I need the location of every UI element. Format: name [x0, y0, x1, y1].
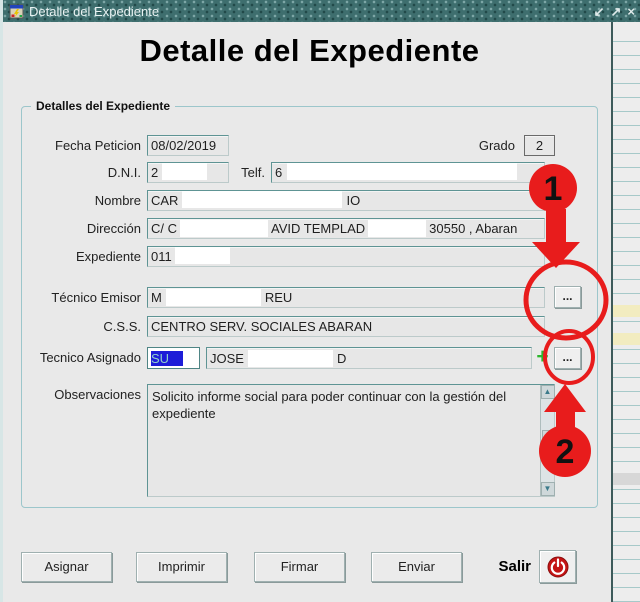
titlebar[interactable]: Detalle del Expediente ↙ ↗ × [3, 0, 640, 22]
add-tecnico-icon[interactable]: + [534, 346, 551, 368]
window-title: Detalle del Expediente [29, 3, 160, 19]
background-row-highlight [613, 305, 640, 317]
css-label: C.S.S. [103, 319, 141, 334]
tecnico-emisor-browse-button[interactable]: ... [554, 286, 581, 308]
page-title: Detalle del Expediente [139, 33, 480, 68]
observaciones-textarea[interactable]: Solicito informe social para poder conti… [147, 384, 555, 497]
dni-value: 2 [151, 165, 159, 180]
tecnico-asignado-value: JOSE [210, 350, 244, 366]
redaction-patch [368, 220, 427, 237]
direccion-value: C/ C [151, 221, 177, 236]
redaction-patch [165, 289, 261, 306]
nombre-input[interactable]: CAR IO [147, 190, 545, 211]
direccion-value: 30550 , Abaran [429, 221, 518, 236]
salir-label: Salir [498, 558, 531, 575]
expediente-input[interactable]: 011 [147, 246, 545, 267]
tecnico-emisor-value: REU [264, 290, 293, 305]
css-input[interactable]: CENTRO SERV. SOCIALES ABARAN [147, 316, 545, 337]
telf-value: 6 [275, 165, 283, 180]
nombre-value: CAR [151, 193, 179, 208]
imprimir-button[interactable]: Imprimir [136, 552, 227, 582]
redaction-patch [162, 163, 208, 180]
direccion-input[interactable]: C/ C AVID TEMPLAD 30550 , Abaran [147, 218, 545, 239]
grado-value: 2 [535, 138, 544, 153]
redaction-patch [182, 191, 343, 208]
tecnico-emisor-label: Técnico Emisor [51, 290, 141, 305]
nombre-label: Nombre [94, 193, 141, 208]
tecnico-asignado-value: D [336, 350, 347, 366]
app-icon [9, 4, 24, 18]
direccion-label: Dirección [86, 221, 141, 236]
telf-input[interactable]: 6 [271, 162, 545, 183]
background-window-strip [613, 22, 640, 602]
redaction-patch [174, 247, 230, 264]
tecnico-asignado-code-value: SU [151, 350, 184, 366]
expediente-label: Expediente [75, 249, 141, 264]
tecnico-asignado-browse-button[interactable]: ... [554, 347, 581, 369]
scrollbar-thumb[interactable] [542, 430, 554, 452]
salir-button[interactable] [539, 550, 576, 583]
restore-button[interactable]: ↗ [611, 5, 622, 18]
minimize-button[interactable]: ↙ [594, 5, 605, 18]
background-row-highlight [613, 333, 640, 345]
css-value: CENTRO SERV. SOCIALES ABARAN [151, 319, 373, 334]
redaction-patch [247, 349, 333, 367]
dialog-detalle-expediente: Detalle del Expediente Detalles del Expe… [0, 0, 637, 602]
enviar-button[interactable]: Enviar [371, 552, 462, 582]
fecha-peticion-label: Fecha Peticion [55, 138, 141, 153]
nombre-value: IO [346, 193, 361, 208]
observaciones-label: Observaciones [54, 387, 141, 402]
redaction-patch [287, 163, 518, 180]
observaciones-scrollbar[interactable]: ▲ ▼ [540, 385, 555, 496]
tecnico-asignado-label: Tecnico Asignado [39, 350, 141, 365]
dni-label: D.N.I. [107, 165, 141, 180]
tecnico-emisor-value: M [151, 290, 162, 305]
observaciones-value: Solicito informe social para poder conti… [152, 389, 507, 421]
firmar-button[interactable]: Firmar [254, 552, 345, 582]
telf-label: Telf. [241, 165, 265, 180]
asignar-button[interactable]: Asignar [21, 552, 112, 582]
background-row-selected [613, 473, 640, 485]
tecnico-emisor-input[interactable]: M REU [147, 287, 545, 308]
fecha-peticion-input[interactable]: 08/02/2019 [147, 135, 229, 156]
grado-input[interactable]: 2 [524, 135, 555, 156]
direccion-value: AVID TEMPLAD [271, 221, 366, 236]
grado-label: Grado [478, 138, 515, 153]
redaction-patch [180, 220, 268, 237]
scroll-down-icon[interactable]: ▼ [540, 482, 555, 496]
fecha-peticion-value: 08/02/2019 [151, 138, 217, 153]
power-icon [547, 556, 568, 577]
expediente-value: 011 [151, 249, 172, 264]
close-button[interactable]: × [627, 5, 635, 18]
scroll-up-icon[interactable]: ▲ [540, 385, 555, 399]
tecnico-asignado-name-input[interactable]: JOSE D [206, 347, 532, 369]
groupbox-title: Detalles del Expediente [31, 99, 176, 113]
tecnico-asignado-code-input[interactable]: SU [147, 347, 200, 369]
